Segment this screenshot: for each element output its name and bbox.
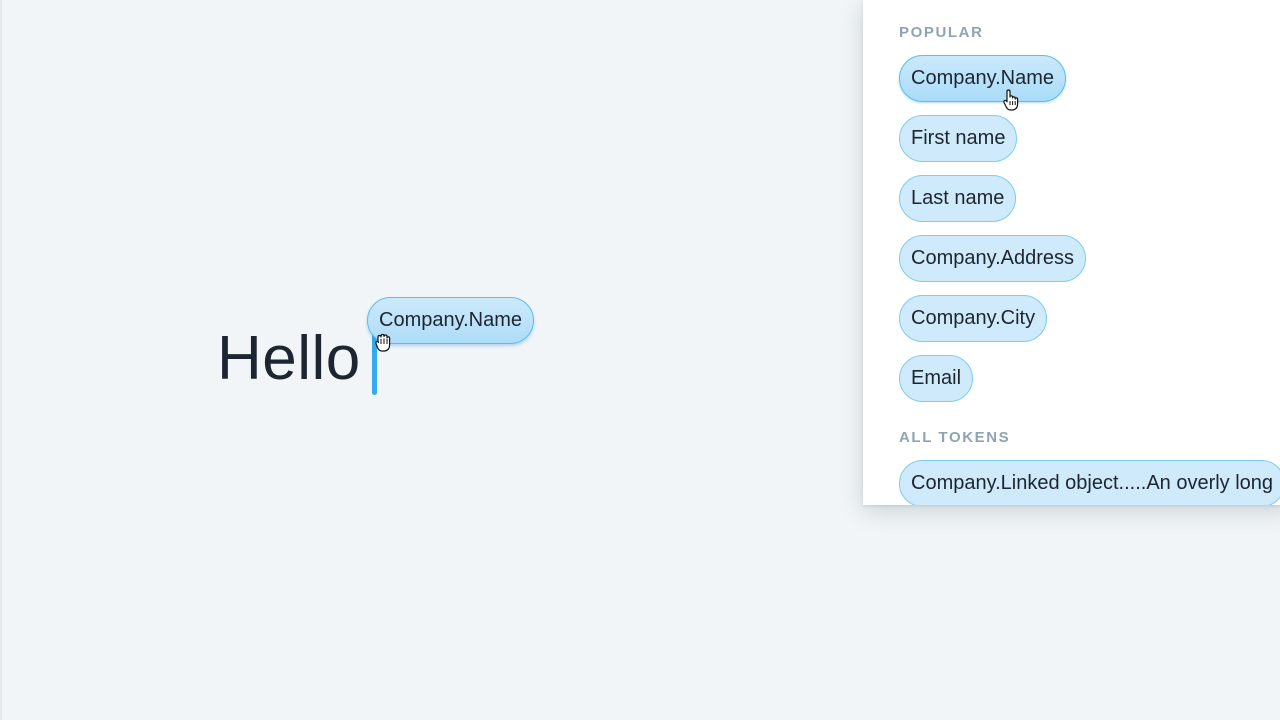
token-chip-company-address[interactable]: Company.Address	[899, 235, 1087, 282]
token-chip-company-city[interactable]: Company.City	[899, 295, 1048, 342]
editor-canvas[interactable]: Hello Company.Name POPULAR Company.Name …	[0, 0, 1280, 720]
grab-hand-icon	[375, 333, 391, 352]
token-chip-company-name[interactable]: Company.Name	[899, 55, 1067, 102]
token-picker-panel: POPULAR Company.Name First name Last nam…	[863, 0, 1280, 505]
canvas-edge-divider	[0, 0, 2, 720]
editor-text[interactable]: Hello	[217, 322, 361, 396]
token-chip-linked-object[interactable]: Company.Linked object.....An overly long	[899, 460, 1280, 505]
token-chip-last-name[interactable]: Last name	[899, 175, 1017, 222]
pointer-hand-icon	[1003, 89, 1019, 111]
popular-section-label: POPULAR	[899, 24, 984, 41]
token-chip-email[interactable]: Email	[899, 355, 974, 402]
all-tokens-section-label: ALL TOKENS	[899, 429, 1011, 446]
token-chip-first-name[interactable]: First name	[899, 115, 1018, 162]
